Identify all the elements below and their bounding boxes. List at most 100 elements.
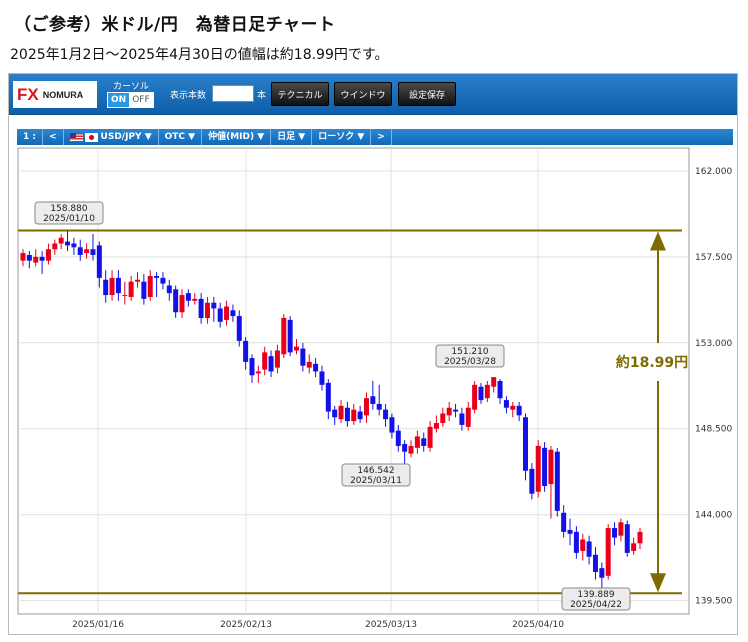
x-tick-label: 2025/02/13 [220,620,272,630]
y-tick-label: 162.000 [695,167,732,177]
candle-down [243,340,249,362]
price-annotation: 151.2102025/03/28 [435,344,505,368]
candle-up [484,384,490,399]
candle-up [20,253,26,261]
price-annotation: 146.5422025/03/11 [341,463,411,487]
annotation-date: 2025/04/22 [570,600,622,610]
candle-up [84,249,90,254]
candle-up [408,445,414,454]
candle-up [427,426,433,448]
candle-down [71,243,77,248]
candle-down [357,411,363,420]
candle-down [268,356,274,372]
candle-up [128,281,134,297]
candle-down [542,447,548,487]
candle-down [90,249,96,255]
candle-down [115,277,121,294]
candle-up [637,531,643,544]
candle-down [325,382,331,412]
candle-down [389,417,395,433]
candle-up [510,405,516,410]
candle-down [402,444,408,452]
candle-down [567,529,573,534]
candle-up [274,350,280,368]
candle-down [459,413,465,425]
candle-up [548,449,554,485]
candle-up [440,413,446,424]
candle-up [580,539,586,551]
candle-up [204,302,210,318]
candle-up [262,352,268,370]
candle-down [612,528,618,538]
candle-down [332,409,338,418]
candle-down [173,289,179,313]
candle-down [478,386,484,401]
candle-up [33,256,39,263]
candle-down [236,316,242,341]
candle-down [395,430,401,446]
candle-down [497,381,503,399]
candle-down [516,405,522,416]
candle-down [77,247,83,255]
candle-up [134,279,140,282]
candle-down [319,371,325,385]
candle-down [599,568,605,578]
candle-up [465,407,471,427]
candle-down [586,541,592,557]
candle-down [383,409,389,420]
candle-down [141,281,147,299]
candlestick-chart[interactable]: 162.000 157.500 153.000 148.500 144.000 139.5… [8,72,736,637]
annotation-price: 151.210 [451,347,488,357]
candle-up [122,295,128,297]
candle-down [39,256,45,261]
candle-up [179,295,185,313]
candle-down [26,254,32,261]
candle-down [453,409,459,412]
candle-up [109,277,115,296]
candle-down [561,512,567,532]
candle-down [166,285,172,294]
page-heading: （ご参考）米ドル/円 為替日足チャート [14,15,336,35]
candle-down [287,319,293,353]
candle-up [535,445,541,492]
candle-up [224,306,230,320]
candle-up [58,237,64,244]
x-tick-label: 2025/03/13 [365,620,417,630]
candle-down [154,275,160,278]
candle-up [351,409,357,422]
candle-down [65,241,71,246]
candle-down [198,298,204,318]
annotation-date: 2025/01/10 [43,214,95,224]
y-tick-label: 157.500 [695,253,732,263]
candle-down [103,279,109,296]
annotation-price: 158.880 [50,204,87,214]
candle-down [344,407,350,422]
candle-down [573,531,579,553]
candle-down [554,451,560,511]
y-tick-label: 148.500 [695,425,732,435]
candle-up [363,398,369,416]
price-annotation: 139.8892025/04/22 [561,587,631,611]
candle-down [370,396,376,404]
x-tick-label: 2025/01/16 [72,620,124,630]
candle-up [433,423,439,429]
annotation-date: 2025/03/11 [350,476,402,486]
candle-up [294,346,300,351]
annotation-price: 139.889 [577,590,614,600]
candle-down [300,348,306,366]
candle-down [185,293,191,301]
candle-up [491,377,497,387]
price-annotation: 158.8802025/01/10 [34,201,104,225]
candle-down [217,308,223,322]
candle-down [421,438,427,446]
candle-up [52,243,58,250]
range-description: 2025年1月2日〜2025年4月30日の値幅は約18.99円です。 [10,47,389,63]
candle-down [523,417,529,471]
candle-up [631,543,637,551]
y-tick-label: 153.000 [695,339,732,349]
annotation-date: 2025/03/28 [444,357,496,367]
candle-up [414,436,420,448]
range-label: 約18.99円 [616,354,688,371]
y-tick-label: 139.500 [695,597,732,607]
candle-down [249,358,255,376]
